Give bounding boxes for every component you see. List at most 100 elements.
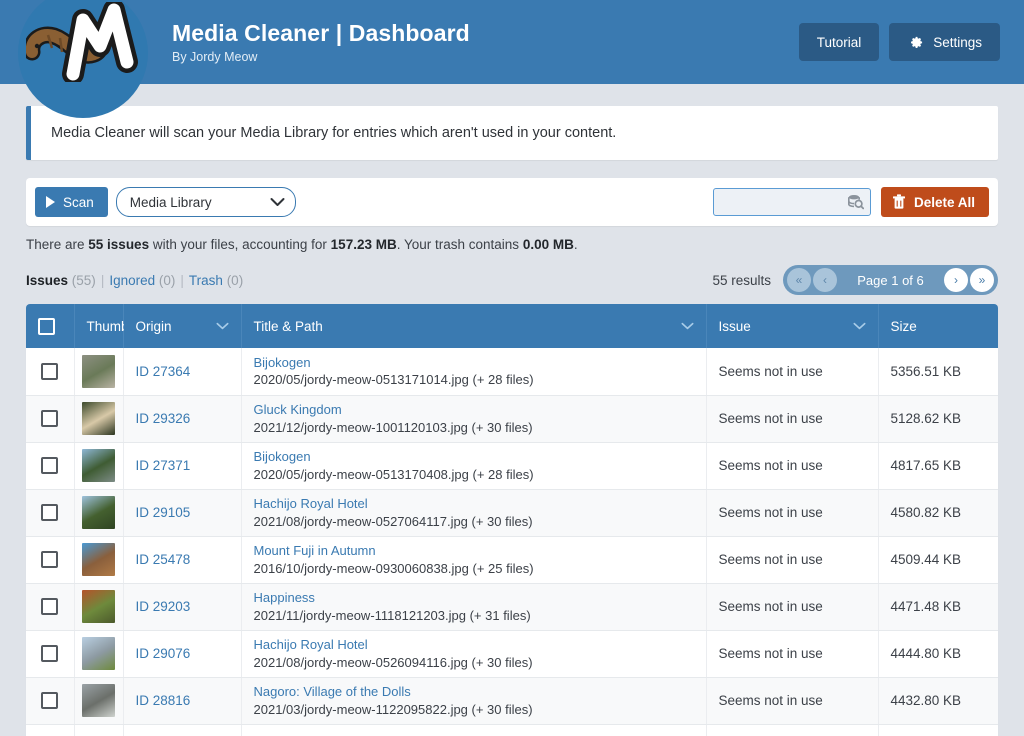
row-checkbox[interactable] [41,363,58,380]
file-path: 2021/11/jordy-meow-1118121203.jpg (+ 31 … [254,607,694,625]
thumbnail-image[interactable] [82,637,115,670]
column-issue[interactable]: Issue [706,304,878,348]
info-notice: Media Cleaner will scan your Media Libra… [26,106,998,160]
row-origin-cell: ID 29203 [123,583,241,630]
tab-issues[interactable]: Issues [26,273,68,288]
title-link[interactable]: Nagoro: Village of the Dolls [254,683,694,701]
tab-ignored[interactable]: Ignored [109,273,155,288]
row-title-cell: Happiness2021/11/jordy-meow-1118121203.j… [241,583,706,630]
row-checkbox[interactable] [41,598,58,615]
row-title-cell: Mount Fuji in Autumn2016/10/jordy-meow-0… [241,536,706,583]
table-row: ID 29105 Hachijo Royal Hotel2021/08/jordy… [26,489,998,536]
row-origin-cell: ID 29076 [123,630,241,677]
gear-icon [907,34,924,51]
chevron-down-icon [681,322,694,330]
library-select[interactable]: Media Library [116,187,296,217]
row-select-cell [26,536,74,583]
row-checkbox[interactable] [41,410,58,427]
origin-link[interactable]: ID 27364 [136,364,191,379]
file-path: 2021/08/jordy-meow-0527064117.jpg (+ 30 … [254,513,694,531]
toolbar-left-group: Scan Media Library [35,187,296,217]
origin-link[interactable]: ID 27371 [136,458,191,473]
issue-text: Seems not in use [719,693,823,708]
prev-page-button[interactable]: ‹ [813,268,837,292]
row-origin-cell: ID 25478 [123,536,241,583]
row-checkbox[interactable] [41,551,58,568]
row-checkbox[interactable] [41,692,58,709]
settings-button[interactable]: Settings [889,23,1000,61]
delete-all-button[interactable]: Delete All [881,187,989,217]
thumbnail-image[interactable] [82,402,115,435]
stats-suffix: . [574,237,578,252]
title-link[interactable]: Mount Fuji in Autumn [254,542,694,560]
origin-link[interactable]: ID 29105 [136,505,191,520]
thumbnail-image[interactable] [82,449,115,482]
media-table-body: ID 27364Bijokogen2020/05/jordy-meow-0513… [26,348,998,736]
title-link[interactable]: Bijokogen [254,354,694,372]
row-issue-cell: Seems not in use [706,583,878,630]
page-indicator: Page 1 of 6 [839,273,942,288]
origin-link[interactable]: ID 29203 [136,599,191,614]
thumbnail-image[interactable] [82,590,115,623]
title-link[interactable]: Hachijo Royal Hotel [254,495,694,513]
database-search-icon [847,194,864,210]
column-size[interactable]: Size [878,304,998,348]
title-link[interactable]: Happiness [254,589,694,607]
thumbnail-image[interactable] [82,496,115,529]
table-row: ID 25478 Mount Fuji in Autumn2016/10/jord… [26,536,998,583]
title-link[interactable]: Gluck Kingdom [254,401,694,419]
first-page-button[interactable]: « [787,268,811,292]
tutorial-button-label: Tutorial [817,35,862,50]
row-issue-cell: Seems not in use [706,348,878,395]
page-title: Media Cleaner | Dashboard [172,20,799,46]
file-path: 2020/05/jordy-meow-0513171014.jpg (+ 28 … [254,371,694,389]
thumbnail-image[interactable] [82,731,115,736]
issue-text: Seems not in use [719,552,823,567]
file-path: 2021/03/jordy-meow-1122095822.jpg (+ 30 … [254,701,694,719]
scan-button[interactable]: Scan [35,187,108,217]
column-title-path[interactable]: Title & Path [241,304,706,348]
origin-link[interactable]: ID 29076 [136,646,191,661]
thumbnail-image[interactable] [82,355,115,388]
title-link[interactable]: Bijokogen [254,448,694,466]
column-title-path-label: Title & Path [254,319,323,334]
tutorial-button[interactable]: Tutorial [799,23,880,61]
header-actions: Tutorial Settings [799,23,1000,61]
thumbnail-image[interactable] [82,684,115,717]
title-link[interactable]: Hachijo Royal Hotel [254,636,694,654]
origin-link[interactable]: ID 28816 [136,693,191,708]
row-issue-cell: Seems not in use [706,489,878,536]
row-issue-cell: Seems not in use [706,677,878,724]
row-size-cell: 4471.48 KB [878,583,998,630]
tab-ignored-count: (0) [159,273,176,288]
row-select-cell [26,677,74,724]
pagination-zone: 55 results « ‹ Page 1 of 6 › » [712,265,998,295]
row-thumb-cell [74,724,123,736]
row-checkbox[interactable] [41,504,58,521]
row-checkbox[interactable] [41,645,58,662]
row-checkbox[interactable] [41,457,58,474]
origin-link[interactable]: ID 29326 [136,411,191,426]
tab-trash[interactable]: Trash [189,273,223,288]
media-table: Thumb Origin Title & Path [26,304,998,736]
row-size-cell: 4509.44 KB [878,536,998,583]
origin-link[interactable]: ID 25478 [136,552,191,567]
next-page-button[interactable]: › [944,268,968,292]
column-origin[interactable]: Origin [123,304,241,348]
page-body: Media Cleaner will scan your Media Libra… [0,84,1024,736]
issue-text: Seems not in use [719,364,823,379]
last-page-button[interactable]: » [970,268,994,292]
row-select-cell [26,442,74,489]
row-thumb-cell [74,348,123,395]
select-all-checkbox[interactable] [38,318,55,335]
filter-and-pagination-row: Issues (55)|Ignored (0)|Trash (0) 55 res… [26,265,998,295]
file-path: 2021/08/jordy-meow-0526094116.jpg (+ 30 … [254,654,694,672]
thumbnail-image[interactable] [82,543,115,576]
size-text: 4580.82 KB [891,505,962,520]
row-thumb-cell [74,583,123,630]
filter-tabs: Issues (55)|Ignored (0)|Trash (0) [26,273,243,288]
row-origin-cell: ID 27364 [123,348,241,395]
row-title-cell: Hachijo Royal Hotel2021/08/jordy-meow-05… [241,489,706,536]
column-thumb: Thumb [74,304,123,348]
row-thumb-cell [74,536,123,583]
